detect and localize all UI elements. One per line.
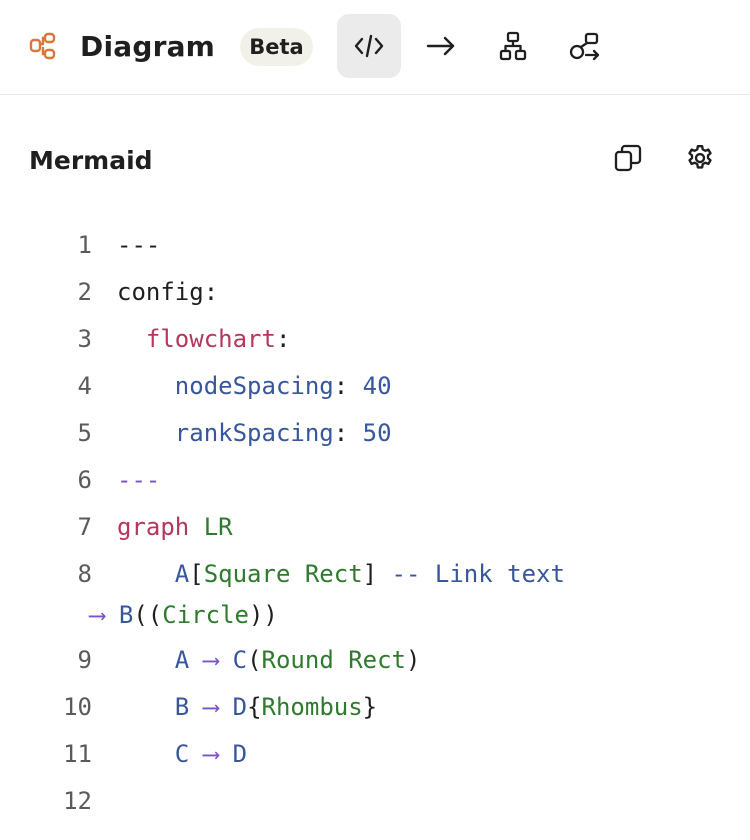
line-number: 6 bbox=[77, 466, 92, 494]
gear-icon bbox=[685, 143, 715, 177]
shapes-icon bbox=[569, 31, 601, 61]
shapes-tool-button[interactable] bbox=[553, 14, 617, 78]
copy-button[interactable] bbox=[612, 143, 644, 177]
code-line: 5 rankSpacing: 50 bbox=[0, 410, 750, 457]
code-line: 3 flowchart: bbox=[0, 316, 750, 363]
code-line: 6 --- bbox=[0, 457, 750, 504]
code-text: --- bbox=[117, 466, 161, 494]
code-text: graph LR bbox=[117, 513, 233, 541]
section-title: Mermaid bbox=[29, 146, 153, 175]
code-line: 2 config: bbox=[0, 269, 750, 316]
code-text: config: bbox=[117, 278, 219, 306]
code-line: 9 A ⟶ C(Round Rect) bbox=[0, 637, 750, 684]
line-number: 12 bbox=[63, 787, 92, 815]
copy-icon bbox=[614, 143, 642, 177]
line-number: 5 bbox=[77, 419, 92, 447]
code-line: 12 bbox=[0, 778, 750, 825]
code-text-wrapped: ⟶ B((Circle)) bbox=[90, 601, 278, 629]
beta-badge: Beta bbox=[240, 28, 313, 66]
code-line: 11 C ⟶ D bbox=[0, 731, 750, 778]
code-text: B ⟶ D{Rhombus} bbox=[174, 693, 378, 721]
line-number: 1 bbox=[77, 231, 92, 259]
hierarchy-tool-button[interactable] bbox=[481, 14, 545, 78]
code-line: 1 --- bbox=[0, 222, 750, 269]
code-text: A ⟶ C(Round Rect) bbox=[174, 646, 421, 674]
page-title: Diagram bbox=[80, 30, 216, 63]
code-text: nodeSpacing: 40 bbox=[174, 372, 392, 400]
code-text: --- bbox=[117, 231, 161, 259]
code-text: rankSpacing: 50 bbox=[174, 419, 392, 447]
code-line: 4 nodeSpacing: 40 bbox=[0, 363, 750, 410]
code-text: flowchart: bbox=[145, 325, 291, 353]
line-number: 2 bbox=[77, 278, 92, 306]
arrow-right-icon bbox=[426, 35, 456, 57]
code-icon bbox=[354, 33, 384, 59]
app-header: Diagram Beta bbox=[0, 0, 750, 95]
diagram-logo-icon bbox=[28, 31, 58, 61]
code-editor[interactable]: 1 --- 2 config: 3 flowchart: 4 nodeSpaci… bbox=[0, 222, 750, 825]
code-line: 7 graph LR bbox=[0, 504, 750, 551]
line-number: 7 bbox=[77, 513, 92, 541]
code-line: 8 A[Square Rect] -- Link text ⟶ B((Circl… bbox=[0, 551, 750, 637]
code-line: 10 B ⟶ D{Rhombus} bbox=[0, 684, 750, 731]
code-text: C ⟶ D bbox=[174, 740, 248, 768]
settings-button[interactable] bbox=[684, 143, 716, 177]
arrow-tool-button[interactable] bbox=[409, 14, 473, 78]
line-number: 9 bbox=[77, 646, 92, 674]
code-text: A[Square Rect] -- Link text bbox=[174, 560, 565, 588]
line-number: 11 bbox=[63, 740, 92, 768]
code-view-button[interactable] bbox=[337, 14, 401, 78]
line-number: 10 bbox=[63, 693, 92, 721]
line-number: 4 bbox=[77, 372, 92, 400]
line-number: 8 bbox=[77, 560, 92, 588]
hierarchy-icon bbox=[499, 31, 527, 61]
line-number: 3 bbox=[77, 325, 92, 353]
